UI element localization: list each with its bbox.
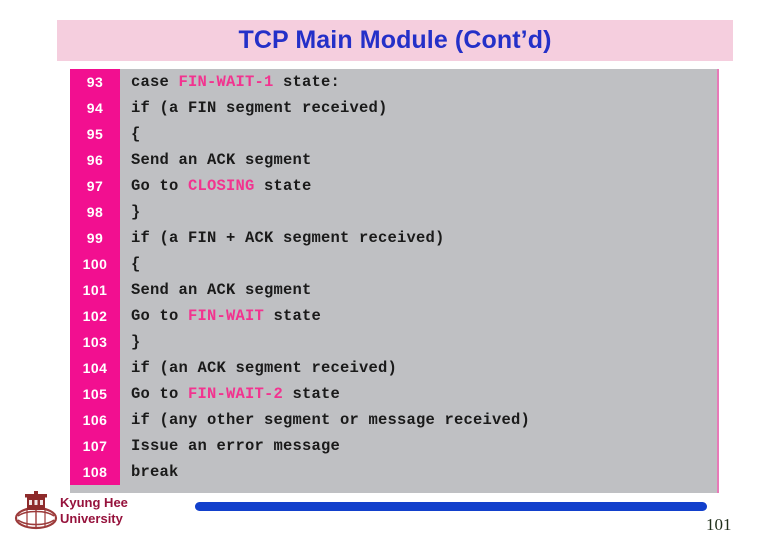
code-text-segment: if (an ACK segment received) <box>131 359 398 377</box>
code-line-text: break <box>120 459 717 485</box>
code-state-keyword: FIN-WAIT-1 <box>178 73 274 91</box>
code-text-segment: state <box>264 307 322 325</box>
line-number: 95 <box>70 121 120 147</box>
code-text-segment: state <box>254 177 312 195</box>
code-line-text: if (any other segment or message receive… <box>120 407 717 433</box>
code-line-text: Issue an error message <box>120 433 717 459</box>
code-line-row: 96 Send an ACK segment <box>70 147 717 173</box>
code-line-text: case FIN-WAIT-1 state: <box>120 69 717 95</box>
code-line-text: Send an ACK segment <box>120 277 717 303</box>
line-number: 96 <box>70 147 120 173</box>
code-state-keyword: FIN-WAIT <box>188 307 265 325</box>
code-line-row: 101 Send an ACK segment <box>70 277 717 303</box>
code-text-segment: Go to <box>131 385 189 403</box>
code-text-segment: if (a FIN + ACK segment received) <box>131 229 445 247</box>
code-text-segment: { <box>131 255 141 273</box>
code-state-keyword: FIN-WAIT-2 <box>188 385 284 403</box>
code-text-segment: } <box>131 333 141 351</box>
line-number: 94 <box>70 95 120 121</box>
university-logo: Kyung Hee University <box>14 488 179 534</box>
code-line-text: Go to CLOSING state <box>120 173 717 199</box>
code-line-text: Go to FIN-WAIT-2 state <box>120 381 717 407</box>
code-line-row: 108 break <box>70 459 717 485</box>
line-number: 104 <box>70 355 120 381</box>
line-number: 97 <box>70 173 120 199</box>
university-name: Kyung Hee University <box>60 495 128 526</box>
line-number: 105 <box>70 381 120 407</box>
code-line-text: } <box>120 199 717 225</box>
code-line-row: 102 Go to FIN-WAIT state <box>70 303 717 329</box>
code-line-row: 94 if (a FIN segment received) <box>70 95 717 121</box>
slide-title-banner: TCP Main Module (Cont’d) <box>57 20 733 61</box>
code-text-segment: state: <box>273 73 341 91</box>
code-text-segment: case <box>131 73 179 91</box>
page-title: TCP Main Module (Cont’d) <box>238 25 552 54</box>
code-line-text: { <box>120 251 717 277</box>
line-number: 101 <box>70 277 120 303</box>
code-text-segment: if (a FIN segment received) <box>131 99 388 117</box>
code-text-segment: state <box>283 385 341 403</box>
code-line-text: Send an ACK segment <box>120 147 717 173</box>
code-text-segment: Issue an error message <box>131 437 341 455</box>
page-number: 101 <box>706 515 732 534</box>
code-line-text: Go to FIN-WAIT state <box>120 303 717 329</box>
code-line-row: 106 if (any other segment or message rec… <box>70 407 717 433</box>
code-line-row: 99 if (a FIN + ACK segment received) <box>70 225 717 251</box>
kyung-hee-crest-icon <box>14 491 58 531</box>
code-line-text: if (a FIN + ACK segment received) <box>120 225 717 251</box>
line-number: 103 <box>70 329 120 355</box>
code-line-text: if (an ACK segment received) <box>120 355 717 381</box>
code-text-segment: { <box>131 125 141 143</box>
code-line-row: 105 Go to FIN-WAIT-2 state <box>70 381 717 407</box>
code-text-segment: if (any other segment or message receive… <box>131 411 531 429</box>
line-number: 100 <box>70 251 120 277</box>
code-line-text: } <box>120 329 717 355</box>
code-text-segment: break <box>131 463 179 481</box>
code-line-row: 103 } <box>70 329 717 355</box>
footer-accent-bar <box>195 502 707 511</box>
line-number: 102 <box>70 303 120 329</box>
code-line-row: 107 Issue an error message <box>70 433 717 459</box>
code-text-segment: Send an ACK segment <box>131 281 312 299</box>
code-text-segment: } <box>131 203 141 221</box>
code-line-row: 93 case FIN-WAIT-1 state: <box>70 69 717 95</box>
code-line-text: { <box>120 121 717 147</box>
code-line-row: 104 if (an ACK segment received) <box>70 355 717 381</box>
line-number: 98 <box>70 199 120 225</box>
line-number: 108 <box>70 459 120 485</box>
code-line-text: if (a FIN segment received) <box>120 95 717 121</box>
line-number: 106 <box>70 407 120 433</box>
line-number: 99 <box>70 225 120 251</box>
code-line-row: 100 { <box>70 251 717 277</box>
code-text-segment: Go to <box>131 307 189 325</box>
code-text-segment: Go to <box>131 177 189 195</box>
code-line-row: 95 { <box>70 121 717 147</box>
line-number: 93 <box>70 69 120 95</box>
code-line-row: 98 } <box>70 199 717 225</box>
code-line-row: 97 Go to CLOSING state <box>70 173 717 199</box>
line-number: 107 <box>70 433 120 459</box>
code-text-segment: Send an ACK segment <box>131 151 312 169</box>
code-state-keyword: CLOSING <box>188 177 255 195</box>
code-listing: 93 case FIN-WAIT-1 state: 94 if (a FIN seg… <box>70 69 719 493</box>
